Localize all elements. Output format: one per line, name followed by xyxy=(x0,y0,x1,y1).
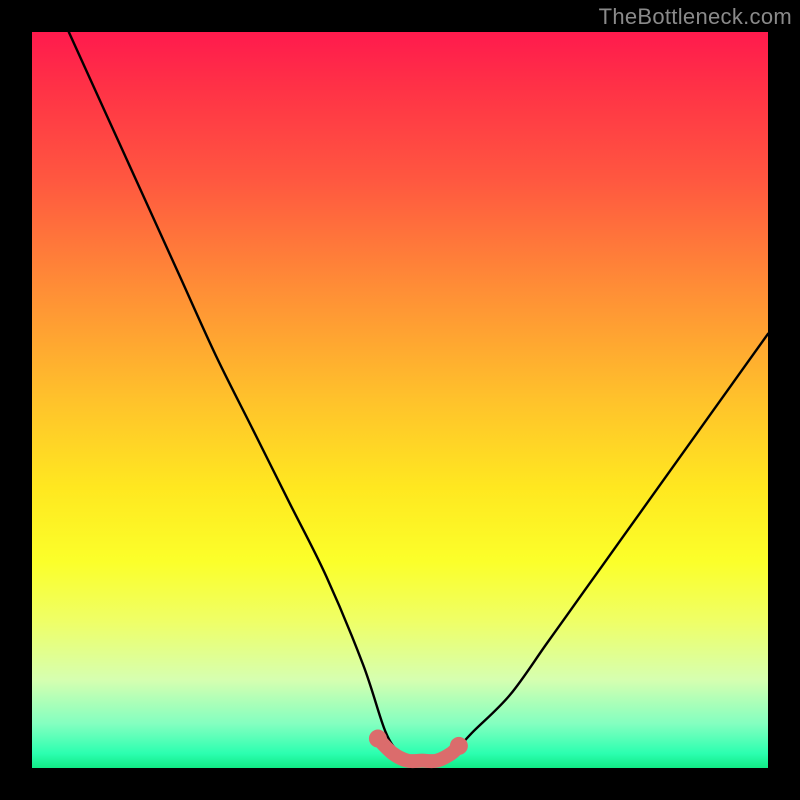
chart-frame: TheBottleneck.com xyxy=(0,0,800,800)
plot-area xyxy=(32,32,768,768)
curve-svg xyxy=(32,32,768,768)
optimal-dot-right xyxy=(450,737,468,755)
optimal-region-path xyxy=(378,739,459,762)
watermark-text: TheBottleneck.com xyxy=(599,4,792,30)
bottleneck-curve-path xyxy=(69,32,768,762)
optimal-dot-left xyxy=(369,730,387,748)
